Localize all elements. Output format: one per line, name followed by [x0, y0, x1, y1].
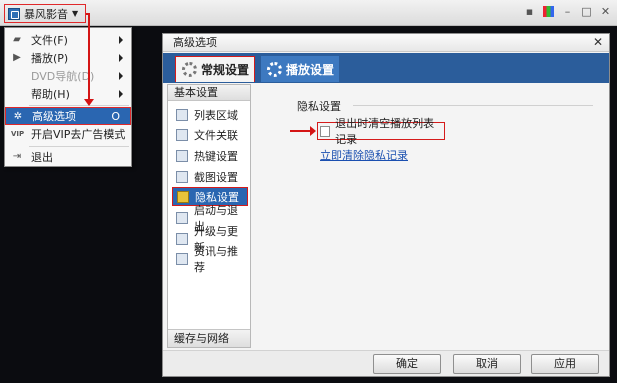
- main-menu: ▰ 文件(F) ▶ 播放(P) DVD导航(D) 帮助(H) ✲ 高级选项 O …: [4, 27, 132, 167]
- sidebar-item-list-area[interactable]: 列表区域: [172, 105, 248, 124]
- dialog-title: 高级选项: [163, 34, 609, 52]
- gear-icon: ✲: [13, 111, 23, 122]
- tab-playback-settings[interactable]: 播放设置: [261, 56, 339, 82]
- submenu-arrow-icon: [119, 54, 123, 62]
- menu-divider: [29, 146, 129, 147]
- power-icon: [176, 211, 188, 224]
- tab-general-settings[interactable]: 常规设置: [175, 56, 255, 82]
- file-icon: [176, 128, 188, 141]
- storm-logo-icon: [8, 7, 20, 20]
- sidebar-item-hotkeys[interactable]: 热键设置: [172, 146, 248, 165]
- sidebar-header[interactable]: 基本设置: [168, 85, 250, 101]
- exit-icon: ⇥: [12, 151, 22, 162]
- menu-item-vip[interactable]: VIP 开启VIP去广告模式: [5, 125, 131, 143]
- vip-icon: VIP: [11, 130, 25, 138]
- submenu-arrow-icon: [119, 72, 123, 80]
- chevron-down-icon: ▼: [72, 9, 79, 18]
- cancel-button[interactable]: 取消: [453, 354, 521, 374]
- lock-icon: [177, 190, 189, 203]
- clear-playlist-label: 退出时清空播放列表记录: [335, 117, 435, 146]
- sidebar-item-file-association[interactable]: 文件关联: [172, 125, 248, 144]
- menu-item-exit[interactable]: ⇥ 退出: [5, 148, 131, 166]
- clear-privacy-link[interactable]: 立即清除隐私记录: [320, 147, 408, 163]
- clear-playlist-option[interactable]: 退出时清空播放列表记录: [317, 117, 445, 146]
- section-title: 隐私设置: [297, 100, 341, 113]
- player-titlebar: 暴风影音 ▼ ▪ – □ ✕: [0, 0, 617, 26]
- dialog-footer: 确定 取消 应用: [163, 350, 609, 376]
- maximize-icon[interactable]: □: [581, 6, 592, 17]
- gear-icon: [267, 61, 282, 77]
- settings-sidebar: 基本设置 列表区域 文件关联 热键设置 截图设置 隐私设置 启动与退出 升级与更…: [167, 84, 251, 348]
- dialog-close-icon[interactable]: ✕: [591, 35, 605, 49]
- section-divider: [353, 105, 593, 106]
- sidebar-footer[interactable]: 缓存与网络: [168, 329, 250, 347]
- apply-button[interactable]: 应用: [531, 354, 599, 374]
- guide-arrow: [290, 126, 316, 136]
- main-menu-button[interactable]: 暴风影音 ▼: [4, 4, 86, 23]
- close-icon[interactable]: ✕: [600, 6, 611, 17]
- ok-button[interactable]: 确定: [373, 354, 441, 374]
- folder-icon: ▰: [13, 34, 21, 45]
- camera-icon: [176, 170, 188, 183]
- tab-bar: 常规设置 播放设置: [163, 53, 609, 83]
- gear-icon: [182, 62, 197, 77]
- clear-playlist-checkbox[interactable]: [320, 125, 331, 137]
- guide-arrow: [84, 13, 94, 106]
- list-icon: [176, 108, 188, 121]
- play-icon: ▶: [13, 52, 21, 63]
- menu-item-file[interactable]: ▰ 文件(F): [5, 31, 131, 49]
- news-icon: [176, 252, 188, 265]
- minimize-icon[interactable]: –: [562, 6, 573, 17]
- submenu-arrow-icon: [119, 36, 123, 44]
- menu-shortcut: O: [111, 110, 120, 123]
- main-menu-label: 暴风影音: [24, 7, 68, 21]
- message-icon[interactable]: ▪: [524, 6, 535, 17]
- keyboard-icon: [176, 149, 188, 162]
- settings-content: 隐私设置 退出时清空播放列表记录 立即清除隐私记录: [257, 84, 605, 348]
- menu-item-dvd[interactable]: DVD导航(D): [5, 67, 131, 85]
- globe-icon: [176, 232, 188, 245]
- submenu-arrow-icon: [119, 90, 123, 98]
- sidebar-item-screenshot[interactable]: 截图设置: [172, 167, 248, 186]
- advanced-options-dialog: 高级选项 ✕ 常规设置 播放设置 基本设置 列表区域 文件关联 热键设置 截图设…: [162, 33, 610, 377]
- sidebar-item-news[interactable]: 资讯与推荐: [172, 245, 248, 274]
- skin-icon[interactable]: [543, 6, 554, 17]
- menu-item-play[interactable]: ▶ 播放(P): [5, 49, 131, 67]
- menu-item-advanced-options[interactable]: ✲ 高级选项 O: [5, 107, 131, 125]
- menu-item-help[interactable]: 帮助(H): [5, 85, 131, 103]
- menu-divider: [29, 105, 129, 106]
